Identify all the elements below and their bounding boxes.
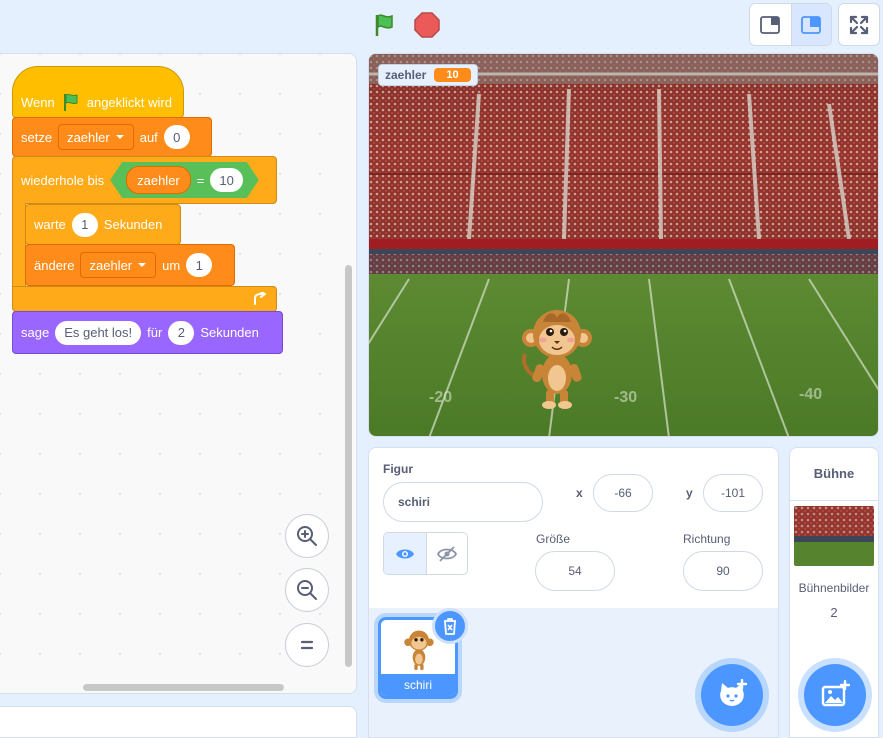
variable-monitor[interactable]: zaehler 10 [378, 64, 478, 86]
stop-button[interactable] [410, 8, 444, 42]
backdrops-label: Bühnenbilder [798, 581, 870, 595]
say-seconds-input[interactable]: 2 [168, 320, 195, 345]
zoom-reset-icon [300, 640, 314, 650]
seconds-label: Sekunden [200, 325, 259, 340]
variable-dropdown[interactable]: zaehler [80, 252, 157, 278]
green-flag-icon [375, 14, 393, 36]
sprite-label: Figur [383, 462, 413, 476]
by-label: um [162, 257, 181, 273]
equals-operator[interactable]: zaehler = 10 [110, 162, 259, 198]
zoom-out-button[interactable] [285, 568, 329, 612]
show-sprite-button[interactable] [384, 533, 426, 574]
equals-label: = [196, 172, 205, 188]
hide-sprite-button[interactable] [425, 533, 468, 574]
variable-reporter[interactable]: zaehler [126, 166, 191, 194]
stop-icon [414, 12, 440, 38]
stage-pane-title: Bühne [789, 447, 879, 501]
x-position-input[interactable]: -66 [593, 474, 653, 512]
fullscreen-icon [849, 15, 869, 34]
stage-size-toggle [749, 3, 832, 46]
eye-icon [395, 549, 414, 558]
sprite-thumbnail-label: schiri [381, 674, 455, 696]
svg-text:-20: -20 [429, 389, 452, 406]
backpack-panel[interactable] [0, 706, 357, 738]
top-toolbar [0, 0, 883, 52]
horizontal-scrollbar[interactable] [83, 684, 284, 691]
dropdown-arrow-icon [138, 263, 147, 267]
repeat-until-header[interactable]: wiederhole bis zaehler = 10 [12, 156, 277, 204]
x-label: x [576, 486, 583, 500]
svg-text:-30: -30 [614, 389, 637, 406]
stage-canvas[interactable]: -20 -30 -40 [368, 53, 879, 437]
repeat-until-arm [12, 203, 26, 287]
cat-plus-icon [720, 679, 748, 706]
zoom-in-icon [297, 526, 317, 546]
monitor-label: zaehler [385, 68, 427, 82]
monitor-value: 10 [434, 68, 471, 82]
hat-label-1: Wenn [21, 94, 55, 110]
compare-value-input[interactable]: 10 [210, 168, 242, 192]
wait-seconds-input[interactable]: 1 [71, 212, 98, 237]
say-for-secs-block[interactable]: sage Es geht los! für 2 Sekunden [12, 311, 283, 354]
to-label: auf [139, 129, 158, 145]
y-label: y [686, 486, 693, 500]
zoom-out-icon [297, 580, 317, 600]
green-flag-button[interactable] [368, 8, 402, 42]
change-variable-block[interactable]: ändere zaehler um 1 [25, 244, 235, 286]
repeat-until-label: wiederhole bis [21, 172, 105, 188]
loop-arrow-icon [254, 292, 266, 305]
say-label: sage [21, 325, 50, 340]
large-stage-icon [801, 15, 822, 34]
svg-text:-40: -40 [799, 386, 822, 403]
when-flag-clicked-block[interactable]: Wenn angeklickt wird [12, 66, 184, 118]
size-label: Größe [536, 532, 571, 546]
stage-thumbnail[interactable] [794, 506, 874, 566]
vertical-scrollbar[interactable] [345, 265, 352, 667]
eye-slash-icon [436, 545, 457, 562]
large-stage-button[interactable] [790, 4, 831, 45]
variable-name: zaehler [89, 257, 133, 273]
add-sprite-button[interactable] [701, 664, 763, 726]
say-text-input[interactable]: Es geht los! [55, 320, 142, 345]
zoom-reset-button[interactable] [285, 623, 329, 667]
set-value-input[interactable]: 0 [163, 125, 190, 149]
sprite-name-input[interactable]: schiri [383, 482, 543, 522]
y-position-input[interactable]: -101 [703, 474, 763, 512]
dropdown-arrow-icon [115, 135, 124, 139]
repeat-until-footer[interactable] [12, 286, 277, 312]
wait-label: warte [34, 217, 66, 232]
for-label: für [147, 325, 163, 340]
set-label: setze [21, 129, 53, 145]
direction-input[interactable]: 90 [683, 551, 763, 591]
seconds-label: Sekunden [103, 217, 163, 232]
backdrops-count: 2 [830, 605, 838, 620]
set-variable-block[interactable]: setze zaehler auf 0 [12, 117, 212, 157]
change-value-input[interactable]: 1 [186, 253, 213, 277]
trash-icon [444, 618, 456, 635]
wait-block[interactable]: warte 1 Sekunden [25, 204, 181, 245]
change-label: ändere [34, 257, 75, 273]
size-input[interactable]: 54 [535, 551, 615, 591]
image-plus-icon [821, 680, 850, 707]
add-backdrop-button[interactable] [804, 664, 866, 726]
small-stage-button[interactable] [750, 4, 791, 45]
delete-sprite-button[interactable] [432, 608, 468, 644]
visibility-toggle [383, 532, 468, 575]
small-stage-icon [760, 15, 781, 34]
variable-dropdown[interactable]: zaehler [58, 124, 134, 150]
variable-name: zaehler [67, 129, 110, 145]
stadium-thumbnail-icon [794, 506, 874, 566]
zoom-in-button[interactable] [285, 514, 329, 558]
football-stadium-backdrop: -20 -30 -40 [369, 54, 878, 436]
green-flag-icon [63, 93, 78, 111]
fullscreen-button[interactable] [838, 3, 880, 46]
direction-label: Richtung [683, 532, 731, 546]
hat-label-2: angeklickt wird [86, 94, 172, 110]
